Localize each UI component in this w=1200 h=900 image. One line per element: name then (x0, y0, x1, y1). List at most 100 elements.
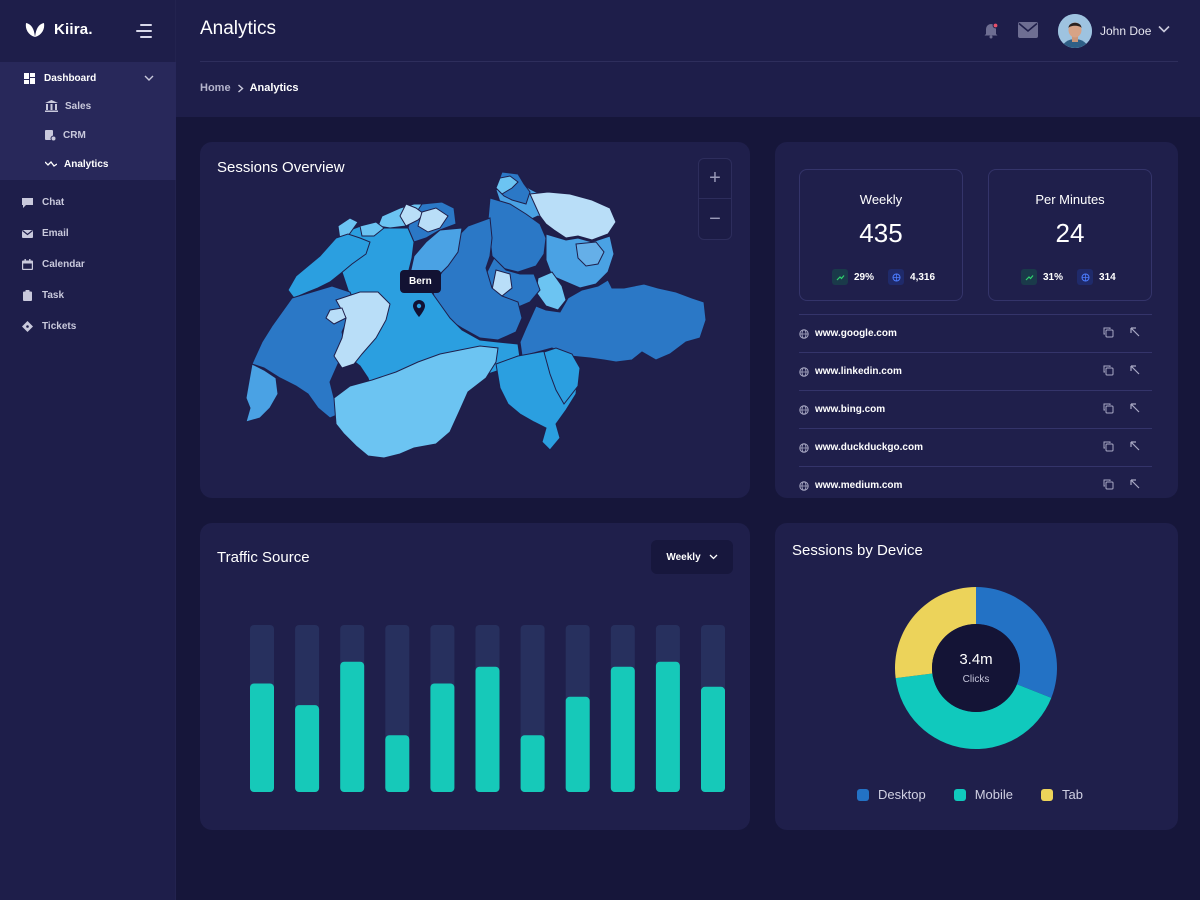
switzerland-map[interactable] (200, 142, 750, 498)
bar[interactable] (565, 696, 590, 792)
traffic-bar-chart (250, 625, 725, 792)
list-item[interactable]: www.bing.com (799, 390, 1152, 428)
copy-icon[interactable] (1103, 479, 1114, 490)
legend-label: Tab (1062, 787, 1083, 802)
sidebar-item-label: Email (42, 227, 69, 239)
bar[interactable] (701, 686, 725, 792)
sidebar-item-dashboard[interactable]: Dashboard (24, 70, 154, 86)
map-pin-icon[interactable] (412, 300, 426, 318)
menu-toggle-button[interactable] (136, 24, 152, 38)
bar[interactable] (385, 735, 410, 792)
header (176, 0, 1200, 117)
traffic-source-card: Traffic Source Weekly (200, 523, 750, 830)
globe-icon (1077, 269, 1094, 285)
copy-icon[interactable] (1103, 403, 1114, 414)
sidebar-item-sales[interactable]: Sales (45, 98, 91, 114)
external-link-icon[interactable] (1129, 326, 1141, 338)
bar[interactable] (430, 683, 455, 792)
legend-item-desktop[interactable]: Desktop (857, 787, 926, 802)
list-item[interactable]: www.medium.com (799, 466, 1152, 498)
brand-name: Kiira. (54, 20, 93, 38)
bar[interactable] (340, 661, 365, 792)
analytics-icon (45, 161, 57, 167)
breadcrumb: Home Analytics (200, 82, 298, 94)
site-url[interactable]: www.bing.com (815, 404, 885, 415)
device-donut-chart (895, 587, 1057, 749)
external-link-icon[interactable] (1129, 364, 1141, 376)
stat-per-minutes: Per Minutes 24 31% 314 (988, 169, 1152, 301)
stat-meta: 29% 4,316 (832, 269, 935, 285)
external-link-icon[interactable] (1129, 440, 1141, 452)
sidebar-item-crm[interactable]: CRM (45, 127, 86, 143)
trend-up-icon (832, 269, 848, 285)
chevron-down-icon (144, 75, 154, 81)
sidebar-item-label: Dashboard (44, 72, 97, 84)
site-url[interactable]: www.medium.com (815, 480, 902, 491)
site-list: www.google.com www.linkedin.com www.bing… (799, 314, 1152, 498)
avatar[interactable] (1058, 14, 1092, 48)
sidebar-item-email[interactable]: Email (22, 225, 69, 241)
brand[interactable]: Kiira. (24, 20, 93, 38)
chevron-down-icon[interactable] (1158, 25, 1170, 33)
copy-icon[interactable] (1103, 327, 1114, 338)
traffic-stats-card: Weekly 435 29% 4,316 Per Minutes 24 31% … (775, 142, 1178, 498)
list-item[interactable]: www.linkedin.com (799, 352, 1152, 390)
bar[interactable] (655, 661, 680, 792)
external-link-icon[interactable] (1129, 478, 1141, 490)
email-icon (22, 229, 33, 238)
globe-icon (799, 367, 809, 377)
copy-icon[interactable] (1103, 365, 1114, 376)
ticket-icon (22, 320, 33, 332)
calendar-icon (22, 258, 33, 270)
globe-icon (799, 329, 809, 339)
breadcrumb-home[interactable]: Home (200, 82, 231, 94)
bar[interactable] (610, 666, 635, 792)
sessions-overview-card: Sessions Overview Bern + − (200, 142, 750, 498)
stat-visits: 4,316 (910, 271, 936, 283)
globe-icon (888, 269, 905, 285)
sessions-by-device-card: Sessions by Device 3.4m Clicks Desktop M… (775, 523, 1178, 830)
user-name[interactable]: John Doe (1100, 24, 1151, 38)
legend-swatch (953, 788, 966, 801)
sidebar-item-task[interactable]: Task (22, 287, 64, 303)
zoom-out-button[interactable]: − (699, 199, 731, 239)
sidebar-item-analytics[interactable]: Analytics (45, 156, 108, 172)
donut-center-label: Clicks (962, 674, 990, 685)
mail-icon[interactable] (1018, 22, 1038, 43)
legend-item-tab[interactable]: Tab (1041, 787, 1083, 802)
sidebar-item-calendar[interactable]: Calendar (22, 256, 85, 272)
bar[interactable] (250, 683, 274, 792)
site-url[interactable]: www.duckduckgo.com (815, 442, 923, 453)
zoom-control: + − (698, 158, 732, 240)
donut-legend: Desktop Mobile Tab (857, 787, 1083, 802)
legend-label: Mobile (974, 787, 1013, 802)
notification-bell-icon[interactable] (982, 21, 1000, 44)
site-url[interactable]: www.linkedin.com (815, 366, 902, 377)
legend-item-mobile[interactable]: Mobile (953, 787, 1013, 802)
bar[interactable] (295, 705, 320, 792)
bar[interactable] (475, 666, 500, 792)
donut-center-value: 3.4m (959, 651, 993, 668)
clipboard-icon (23, 289, 32, 301)
sidebar-item-tickets[interactable]: Tickets (22, 318, 76, 334)
site-url[interactable]: www.google.com (815, 328, 897, 339)
sidebar-item-label: Chat (42, 196, 65, 208)
bar[interactable] (520, 735, 545, 792)
list-item[interactable]: www.google.com (799, 314, 1152, 352)
globe-icon (799, 443, 809, 453)
sidebar-item-label: CRM (63, 129, 86, 141)
legend-swatch (1041, 788, 1053, 801)
sidebar-item-label: Calendar (42, 258, 85, 270)
list-item[interactable]: www.duckduckgo.com (799, 428, 1152, 466)
sidebar-item-label: Task (42, 289, 65, 301)
donut-hole (932, 624, 1020, 712)
chat-icon (22, 197, 33, 208)
external-link-icon[interactable] (1129, 402, 1141, 414)
sidebar: Kiira. Dashboard Sales CRM Analytics Cha… (0, 0, 176, 900)
copy-icon[interactable] (1103, 441, 1114, 452)
sidebar-item-label: Tickets (42, 320, 77, 332)
globe-icon (799, 481, 809, 491)
zoom-in-button[interactable]: + (699, 159, 731, 199)
sidebar-item-chat[interactable]: Chat (22, 194, 64, 210)
stat-meta: 31% 314 (1021, 269, 1116, 285)
